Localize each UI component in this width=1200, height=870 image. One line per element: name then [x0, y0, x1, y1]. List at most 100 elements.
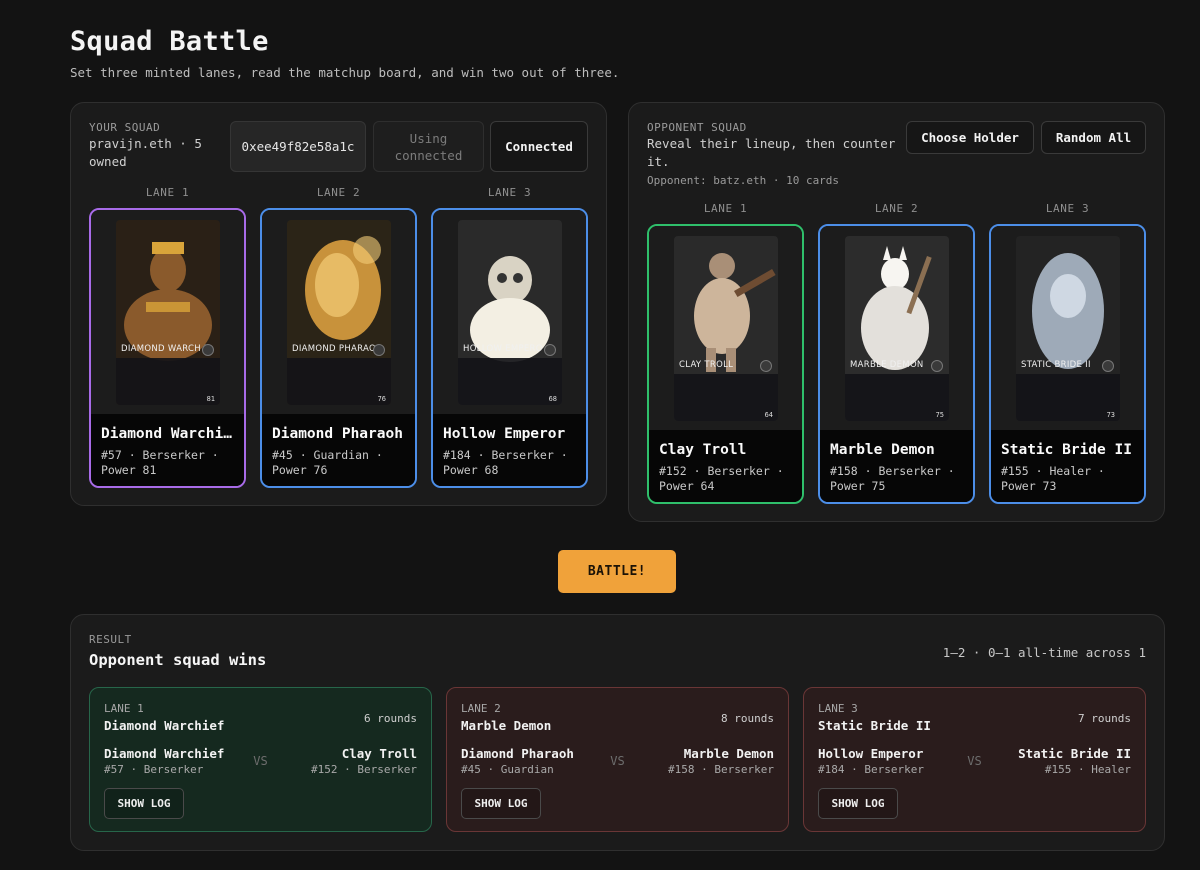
- card-meta: #158 · Berserker · Power 75: [830, 464, 963, 494]
- opponent-desc-line2: it.: [647, 154, 670, 169]
- opp-lane-3-card[interactable]: STATIC BRIDE II 73 Static Bride II #155 …: [989, 224, 1146, 504]
- card-meta-line2: Power 68: [443, 463, 499, 477]
- card-art-power: 76: [377, 395, 386, 403]
- card-stat-block: [287, 358, 391, 405]
- result-lane-kicker: LANE 2: [461, 702, 501, 715]
- card-art-name: HOLLOW EMPERO: [463, 344, 543, 354]
- card-meta-line1: #57 · Berserker ·: [101, 448, 219, 462]
- opponent-info: Opponent: batz.eth · 10 cards: [647, 174, 840, 187]
- result-lane-right-fighter: Marble Demon #158 · Berserker: [668, 746, 774, 776]
- card-art-name: MARBLE DEMON: [850, 360, 924, 370]
- card-art-name: DIAMOND PHARAO: [292, 344, 376, 354]
- result-lane-2: LANE 2 Marble Demon 8 rounds Diamond Pha…: [446, 687, 789, 832]
- card-meta-line1: #152 · Berserker ·: [659, 464, 784, 478]
- card-art: MARBLE DEMON 75: [820, 226, 973, 430]
- card-art: CLAY TROLL 64: [649, 226, 802, 430]
- show-log-button[interactable]: SHOW LOG: [818, 788, 898, 819]
- use-connected-button[interactable]: Using connected: [373, 121, 484, 172]
- your-lane-1-card[interactable]: DIAMOND WARCH F 81 Diamond Warchi… #57 ·…: [89, 208, 246, 488]
- card-name: Diamond Warchi…: [101, 426, 232, 442]
- right-fighter-meta: #152 · Berserker: [311, 763, 417, 776]
- result-lane-rounds: 7 rounds: [1078, 712, 1131, 725]
- card-art: HOLLOW EMPERO 68: [433, 210, 586, 414]
- opponent-description: Reveal their lineup, then counter it.: [647, 135, 895, 171]
- your-lane-3-card[interactable]: HOLLOW EMPERO 68 Hollow Emperor #184 · B…: [431, 208, 588, 488]
- result-lane-rounds: 8 rounds: [721, 712, 774, 725]
- card-meta-line2: Power 81: [101, 463, 157, 477]
- opp-lane-1-label: LANE 1: [703, 202, 748, 215]
- battle-button[interactable]: BATTLE!: [558, 550, 676, 593]
- card-meta: #152 · Berserker · Power 64: [659, 464, 792, 494]
- card-badge-icon: [760, 360, 772, 372]
- card-art-name: DIAMOND WARCH F: [121, 344, 210, 354]
- opp-lane-2-label: LANE 2: [874, 202, 919, 215]
- your-lane-3-label: LANE 3: [487, 186, 532, 199]
- card-meta-line2: Power 64: [659, 479, 715, 493]
- use-connected-line2: connected: [394, 147, 463, 163]
- result-lane-right-fighter: Static Bride II #155 · Healer: [1018, 746, 1131, 776]
- wallet-address-field[interactable]: 0xee49f82e58a1c: [230, 121, 366, 172]
- random-all-button[interactable]: Random All: [1041, 121, 1146, 154]
- card-art-power: 81: [206, 395, 215, 403]
- card-art-name: STATIC BRIDE II: [1021, 360, 1091, 370]
- card-name: Hollow Emperor: [443, 426, 566, 442]
- card-badge-icon: [544, 344, 556, 356]
- card-art-power: 73: [1106, 411, 1115, 419]
- result-title: Opponent squad wins: [89, 651, 267, 669]
- card-art-power: 75: [935, 411, 944, 419]
- card-info: Diamond Pharaoh #45 · Guardian · Power 7…: [262, 414, 415, 486]
- opp-lane-3-label: LANE 3: [1045, 202, 1090, 215]
- connected-button[interactable]: Connected: [490, 121, 588, 172]
- card-art: DIAMOND PHARAO 76: [262, 210, 415, 414]
- opponent-squad-panel: OPPONENT SQUAD Reveal their lineup, then…: [628, 102, 1165, 522]
- opponent-squad-kicker: OPPONENT SQUAD: [647, 121, 747, 134]
- card-meta-line2: Power 73: [1001, 479, 1057, 493]
- card-stat-block: [116, 358, 220, 405]
- card-meta-line1: #45 · Guardian ·: [272, 448, 383, 462]
- owner-info: pravijn.eth · 5 owned: [89, 135, 202, 171]
- right-fighter-meta: #158 · Berserker: [668, 763, 774, 776]
- owner-line1: pravijn.eth · 5: [89, 136, 202, 151]
- card-meta: #155 · Healer · Power 73: [1001, 464, 1134, 494]
- show-log-button[interactable]: SHOW LOG: [104, 788, 184, 819]
- card-badge-icon: [1102, 360, 1114, 372]
- card-info: Static Bride II #155 · Healer · Power 73: [991, 430, 1144, 502]
- opp-lane-2-card[interactable]: MARBLE DEMON 75 Marble Demon #158 · Bers…: [818, 224, 975, 504]
- card-info: Hollow Emperor #184 · Berserker · Power …: [433, 414, 586, 486]
- right-fighter-name: Clay Troll: [341, 746, 417, 761]
- result-panel: RESULT Opponent squad wins 1–2 · 0–1 all…: [70, 614, 1165, 851]
- card-info: Marble Demon #158 · Berserker · Power 75: [820, 430, 973, 502]
- result-lane-winner: Static Bride II: [818, 718, 931, 733]
- card-portrait: DIAMOND WARCH F 81: [116, 220, 220, 405]
- page-subtitle: Set three minted lanes, read the matchup…: [70, 65, 620, 80]
- card-art: DIAMOND WARCH F 81: [91, 210, 244, 414]
- your-lane-2-card[interactable]: DIAMOND PHARAO 76 Diamond Pharaoh #45 · …: [260, 208, 417, 488]
- your-squad-panel: YOUR SQUAD pravijn.eth · 5 owned 0xee49f…: [70, 102, 607, 506]
- card-name: Static Bride II: [1001, 442, 1132, 458]
- card-stat-block: [845, 374, 949, 421]
- card-meta: #57 · Berserker · Power 81: [101, 448, 234, 478]
- card-meta-line2: Power 75: [830, 479, 886, 493]
- result-lane-1: LANE 1 Diamond Warchief 6 rounds Diamond…: [89, 687, 432, 832]
- owner-line2: owned: [89, 154, 127, 169]
- card-portrait: CLAY TROLL 64: [674, 236, 778, 421]
- card-meta: #184 · Berserker · Power 68: [443, 448, 576, 478]
- result-lane-winner: Diamond Warchief: [104, 718, 225, 733]
- card-portrait: DIAMOND PHARAO 76: [287, 220, 391, 405]
- card-stat-block: [1016, 374, 1120, 421]
- card-portrait: HOLLOW EMPERO 68: [458, 220, 562, 405]
- card-name: Marble Demon: [830, 442, 935, 458]
- card-art-name: CLAY TROLL: [679, 360, 734, 370]
- result-kicker: RESULT: [89, 633, 132, 646]
- choose-holder-button[interactable]: Choose Holder: [906, 121, 1034, 154]
- card-name: Clay Troll: [659, 442, 747, 458]
- card-badge-icon: [202, 344, 214, 356]
- card-meta-line2: Power 76: [272, 463, 328, 477]
- card-art-power: 64: [764, 411, 773, 419]
- opp-lane-1-card[interactable]: CLAY TROLL 64 Clay Troll #152 · Berserke…: [647, 224, 804, 504]
- result-lane-right-fighter: Clay Troll #152 · Berserker: [311, 746, 417, 776]
- opponent-desc-line1: Reveal their lineup, then counter: [647, 136, 896, 151]
- card-info: Diamond Warchi… #57 · Berserker · Power …: [91, 414, 244, 486]
- card-meta: #45 · Guardian · Power 76: [272, 448, 405, 478]
- show-log-button[interactable]: SHOW LOG: [461, 788, 541, 819]
